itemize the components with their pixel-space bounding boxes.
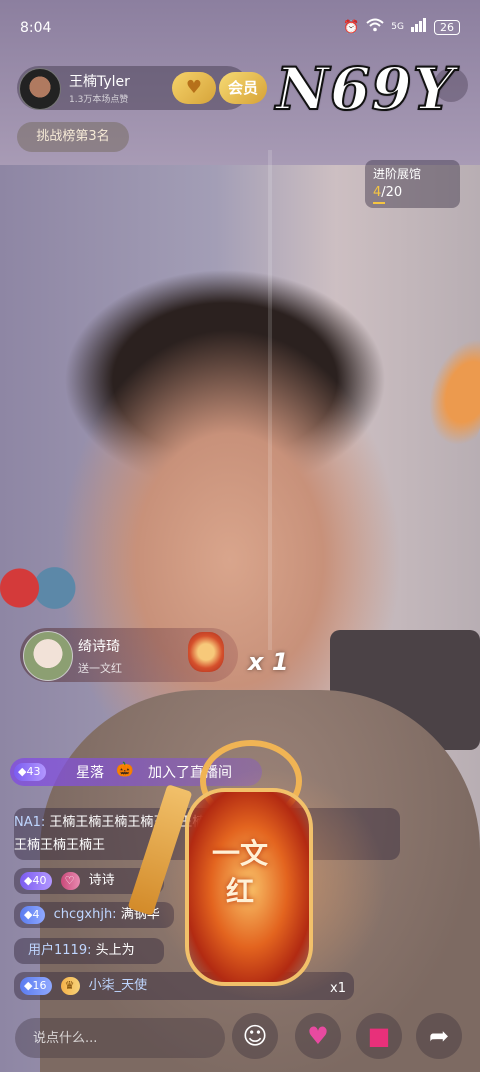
level-badge: ◆4 <box>20 905 46 924</box>
comment-input[interactable] <box>15 1018 225 1058</box>
level-number: 40 <box>32 873 47 887</box>
maple-leaf-effect <box>414 328 480 452</box>
pumpkin-icon: 🎃 <box>116 762 134 778</box>
pendant-text: 一文红 <box>211 837 268 908</box>
wifi-icon <box>366 18 384 36</box>
advanced-pavilion-card[interactable]: 进阶展馆 4/20 <box>365 160 460 208</box>
watermark: N69Y <box>275 54 456 124</box>
host-info-card[interactable]: 王楠Tyler 1.3万本场点赞 ♥ 会员 <box>17 66 267 110</box>
share-arrow-icon: ➦ <box>428 1022 450 1050</box>
level-number: 16 <box>32 978 47 992</box>
vip-badge: ♛ <box>60 976 81 995</box>
host-avatar[interactable] <box>19 68 61 110</box>
host-name: 王楠Tyler <box>69 74 130 90</box>
join-user: 星落 <box>76 765 104 781</box>
gift-token-icon <box>188 632 224 672</box>
chat-text: 王楠王楠王楠王 <box>14 838 106 853</box>
vip-button[interactable]: 会员 <box>219 72 267 104</box>
emoji-button[interactable]: ☺ <box>232 1013 278 1059</box>
alarm-icon: ⏰ <box>343 19 360 35</box>
level-number: 43 <box>26 765 41 778</box>
chat-message[interactable]: 用户1119: 头上为 <box>28 940 135 962</box>
pavilion-total: /20 <box>381 185 403 200</box>
gifter-avatar[interactable] <box>23 631 73 681</box>
level-badge: ◆43 <box>14 763 47 781</box>
chat-user: 用户1119: <box>28 943 92 958</box>
chat-user: chcgxhjh: <box>53 907 117 922</box>
battery-indicator: 26 <box>434 19 460 35</box>
gifter-name: 绮诗琦 <box>78 639 120 655</box>
plush-toys <box>0 562 78 614</box>
challenge-rank-badge[interactable]: 挑战榜第3名 <box>17 122 129 152</box>
wall-corner <box>268 150 272 650</box>
level-badge: ◆16 <box>20 976 53 995</box>
status-time: 8:04 <box>20 20 52 36</box>
smiley-icon: ☺ <box>242 1022 268 1050</box>
signal-icon <box>411 18 427 36</box>
network-label: 5G <box>391 22 404 32</box>
chat-message[interactable]: ◆40 ♡ 诗诗 <box>20 870 115 892</box>
level-number: 4 <box>32 907 40 921</box>
chat-user: NA1: <box>14 815 46 830</box>
chat-text: 头上为 <box>95 943 135 958</box>
status-bar: 8:04 ⏰ 5G 26 <box>0 0 480 58</box>
share-button[interactable]: ➦ <box>416 1013 462 1059</box>
like-button[interactable]: ♥ <box>295 1013 341 1059</box>
gift-description: 送一文红 <box>78 662 122 675</box>
host-likes: 1.3万本场点赞 <box>69 95 129 105</box>
chat-user: 小柒_天使 <box>88 978 148 993</box>
chat-message[interactable]: 王楠王楠王楠王 <box>14 835 105 857</box>
gift-box-icon: ■ <box>367 1022 391 1050</box>
pavilion-title: 进阶展馆 <box>373 167 422 181</box>
chat-text: 诗诗 <box>88 873 115 888</box>
system-icons: ⏰ 5G 26 <box>343 18 460 36</box>
gift-count: x 1 <box>248 648 289 676</box>
heart-icon: ♥ <box>307 1022 329 1050</box>
gift-button[interactable]: ■ <box>356 1013 402 1059</box>
heart-gold-icon[interactable]: ♥ <box>172 72 216 104</box>
pavilion-progress-bar <box>373 202 385 204</box>
level-badge: ◆40 <box>20 871 53 890</box>
chat-message[interactable]: ◆16 ♛ 小柒_天使 <box>20 975 147 997</box>
fan-badge: ♡ <box>60 871 81 890</box>
pavilion-progress: 4/20 <box>373 185 402 200</box>
